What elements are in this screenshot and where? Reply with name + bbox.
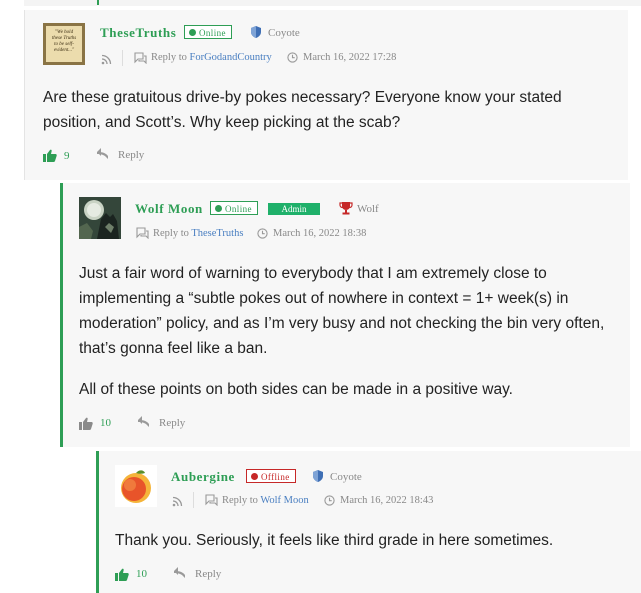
user-role: Wolf [339, 202, 379, 215]
comment-body: Just a fair word of warning to everybody… [79, 261, 624, 418]
comment-date[interactable]: March 16, 2022 17:28 [303, 52, 396, 63]
role-label: Coyote [268, 27, 300, 39]
status-label: Online [199, 28, 226, 38]
reply-chat-icon [136, 227, 149, 239]
status-badge: Online [184, 25, 232, 39]
previous-comment-edge [24, 0, 641, 6]
status-dot [215, 205, 222, 212]
reply-to-link[interactable]: TheseTruths [191, 228, 243, 239]
peach-avatar-image [115, 465, 157, 507]
reply-to-link[interactable]: ForGodandCountry [190, 52, 272, 63]
author-name[interactable]: Wolf Moon [135, 201, 203, 217]
shield-icon [313, 470, 323, 482]
reply-arrow-icon [138, 416, 149, 427]
avatar-parchment: "We hold these Truths to be self- eviden… [46, 26, 82, 62]
reply-to: Reply to Wolf Moon [222, 495, 309, 506]
reply-chat-icon [134, 52, 147, 64]
comment-date[interactable]: March 16, 2022 18:38 [273, 228, 366, 239]
vote-count: 10 [136, 568, 147, 580]
status-dot [251, 473, 258, 480]
admin-badge: Admin [268, 203, 320, 215]
thumbs-up-icon[interactable] [115, 568, 129, 581]
thumbs-up-icon[interactable] [79, 417, 93, 430]
author-name[interactable]: TheseTruths [100, 25, 176, 41]
comment-paragraph: Are these gratuitous drive-by pokes nece… [43, 89, 562, 131]
status-badge: Online [210, 201, 258, 215]
meta-divider [122, 50, 123, 66]
comment-body: Thank you. Seriously, it feels like thir… [115, 528, 625, 569]
reply-arrow-icon [174, 567, 185, 578]
vote-count: 10 [100, 417, 111, 429]
avatar[interactable]: "We hold these Truths to be self- eviden… [43, 23, 85, 65]
vote-count: 9 [64, 150, 70, 162]
trophy-icon [339, 202, 353, 215]
rss-icon[interactable] [172, 496, 183, 507]
status-label: Online [225, 204, 252, 214]
comment-date[interactable]: March 16, 2022 18:43 [340, 495, 433, 506]
reply-label: Reply [118, 149, 145, 161]
reply-to-prefix: Reply to [222, 495, 258, 506]
status-label: Offline [261, 472, 290, 482]
status-badge: Offline [246, 469, 296, 483]
comment-aubergine: Aubergine Offline Coyote Reply to Wolf M… [96, 451, 641, 593]
comment-paragraph: Just a fair word of warning to everybody… [79, 265, 605, 357]
shield-icon [251, 26, 261, 38]
comment-paragraph: Thank you. Seriously, it feels like thir… [115, 532, 554, 549]
comment-body: Are these gratuitous drive-by pokes nece… [43, 85, 613, 151]
reply-button[interactable]: Reply [97, 148, 145, 161]
reply-button[interactable]: Reply [138, 416, 186, 429]
comment-thesetruths: "We hold these Truths to be self- eviden… [24, 10, 628, 180]
author-name[interactable]: Aubergine [171, 469, 235, 485]
status-dot [189, 29, 196, 36]
avatar-text-line: evident..." [53, 48, 75, 53]
reply-button[interactable]: Reply [174, 567, 222, 580]
role-label: Wolf [357, 203, 379, 215]
reply-to: Reply to TheseTruths [153, 228, 243, 239]
wolf-avatar-image [79, 197, 121, 239]
comment-paragraph: All of these points on both sides can be… [79, 381, 513, 398]
reply-to-prefix: Reply to [153, 228, 189, 239]
reply-label: Reply [159, 417, 186, 429]
reply-to-link[interactable]: Wolf Moon [260, 495, 308, 506]
reply-arrow-icon [97, 148, 108, 159]
rss-icon[interactable] [101, 54, 112, 65]
meta-divider [193, 492, 194, 508]
clock-icon [257, 228, 268, 239]
comment-wolf-moon: Wolf Moon Online Admin Wolf Reply to The… [60, 183, 630, 447]
reply-label: Reply [195, 568, 222, 580]
avatar[interactable] [79, 197, 121, 239]
clock-icon [324, 495, 335, 506]
reply-chat-icon [205, 494, 218, 506]
thread-line [97, 0, 99, 5]
role-label: Coyote [330, 471, 362, 483]
reply-to-prefix: Reply to [151, 52, 187, 63]
user-role: Coyote [313, 470, 362, 483]
clock-icon [287, 52, 298, 63]
avatar[interactable] [115, 465, 157, 507]
thumbs-up-icon[interactable] [43, 149, 57, 162]
user-role: Coyote [251, 26, 300, 39]
reply-to: Reply to ForGodandCountry [151, 52, 272, 63]
